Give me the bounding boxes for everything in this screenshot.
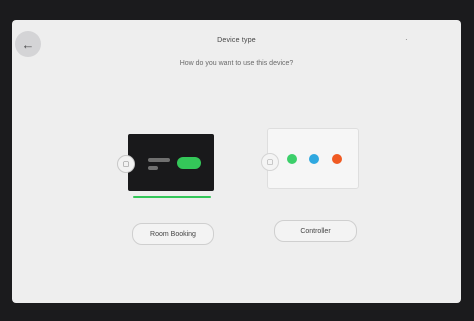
preview-text-line bbox=[148, 166, 158, 170]
controller-camera-icon: ▢ bbox=[261, 153, 279, 171]
device-type-screen: ← Device type · How do you want to use t… bbox=[12, 20, 461, 303]
blue-dot-icon bbox=[309, 154, 319, 164]
preview-toggle-icon bbox=[177, 157, 201, 169]
back-button[interactable]: ← bbox=[15, 31, 41, 57]
green-dot-icon bbox=[287, 154, 297, 164]
controller-preview-card[interactable] bbox=[267, 128, 359, 189]
orange-dot-icon bbox=[332, 154, 342, 164]
room-booking-camera-icon: ▢ bbox=[117, 155, 135, 173]
controller-button[interactable]: Controller bbox=[274, 220, 357, 242]
controller-label: Controller bbox=[300, 227, 331, 235]
preview-text-line bbox=[148, 158, 170, 162]
more-indicator-icon: · bbox=[405, 35, 408, 44]
question-text: How do you want to use this device? bbox=[179, 60, 294, 67]
room-booking-preview-card[interactable] bbox=[128, 134, 214, 191]
selected-indicator bbox=[133, 196, 211, 198]
page-title: Device type bbox=[217, 37, 256, 44]
room-booking-label: Room Booking bbox=[150, 230, 196, 238]
room-booking-button[interactable]: Room Booking bbox=[132, 223, 214, 245]
